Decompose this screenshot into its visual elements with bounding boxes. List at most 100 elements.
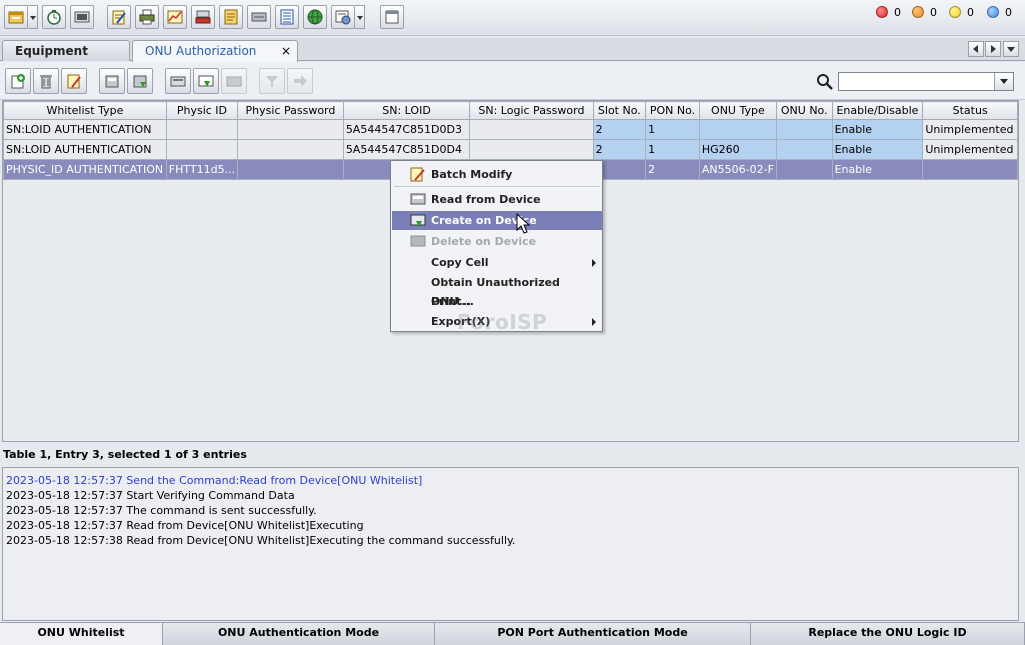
table-cell[interactable]: Unimplemented <box>922 139 1018 160</box>
table-cell[interactable]: SN:LOID AUTHENTICATION <box>3 119 167 140</box>
tab-replace-onu-logic-id[interactable]: Replace the ONU Logic ID <box>751 623 1025 645</box>
table-cell[interactable]: 1 <box>645 119 700 140</box>
critical-alarm-count: 0 <box>894 6 901 19</box>
delete-icon[interactable] <box>33 68 59 94</box>
table-cell[interactable] <box>775 119 833 140</box>
col-header-onu-type[interactable]: ONU Type <box>698 101 777 120</box>
table-cell[interactable]: Enable <box>831 159 924 180</box>
minor-alarm-count: 0 <box>967 6 974 19</box>
chart-icon[interactable] <box>163 5 187 29</box>
menu-item-delete-on-device[interactable]: Delete on Device <box>392 232 602 251</box>
edit-icon[interactable] <box>107 5 131 29</box>
tab-scroll-right-icon[interactable] <box>985 41 1001 57</box>
view-tabbar: Equipment View ONU Authorization View × <box>0 38 1025 78</box>
log-line: 2023-05-18 12:57:37 Start Verifying Comm… <box>6 489 295 502</box>
table-cell[interactable] <box>698 119 777 140</box>
read-device-icon[interactable] <box>99 68 125 94</box>
table-cell[interactable]: Unimplemented <box>922 119 1018 140</box>
col-header-pon-no[interactable]: PON No. <box>645 101 700 120</box>
menu-item-read-from-device[interactable]: Read from Device <box>392 190 602 209</box>
table-cell[interactable] <box>775 159 833 180</box>
table-cell[interactable] <box>469 119 594 140</box>
network-icon[interactable] <box>191 5 215 29</box>
log-line: 2023-05-18 12:57:38 Read from Device[ONU… <box>6 534 516 547</box>
delete-device-icon[interactable] <box>221 68 247 94</box>
print-icon[interactable] <box>135 5 159 29</box>
modify-icon[interactable] <box>61 68 87 94</box>
watermark: ForoISP <box>457 310 548 334</box>
report-icon[interactable] <box>219 5 243 29</box>
menu-item-label: Copy Cell <box>431 256 489 269</box>
menu-item-label: Batch Modify <box>431 168 513 181</box>
filter-icon[interactable] <box>259 68 285 94</box>
tab-onu-whitelist[interactable]: ONU Whitelist <box>0 623 163 645</box>
table-cell[interactable]: FHTT11d5... <box>165 159 239 180</box>
table-row[interactable]: SN:LOID AUTHENTICATION 5A544547C851D0D3 … <box>3 119 1018 140</box>
table-cell[interactable]: 2 <box>592 119 647 140</box>
write-device-icon[interactable] <box>127 68 153 94</box>
col-header-physic-password[interactable]: Physic Password <box>237 101 344 120</box>
tab-onu-authentication-mode[interactable]: ONU Authentication Mode <box>163 623 435 645</box>
create-device-icon[interactable] <box>193 68 219 94</box>
col-header-slot-no[interactable]: Slot No. <box>592 101 647 120</box>
col-header-enable-disable[interactable]: Enable/Disable <box>831 101 924 120</box>
table-cell[interactable] <box>775 139 833 160</box>
table-cell[interactable]: Enable <box>831 139 924 160</box>
table-row[interactable]: SN:LOID AUTHENTICATION 5A544547C851D0D4 … <box>3 139 1018 160</box>
device-icon[interactable] <box>165 68 191 94</box>
table-cell[interactable] <box>237 139 344 160</box>
add-icon[interactable] <box>5 68 31 94</box>
table-cell[interactable]: SN:LOID AUTHENTICATION <box>3 139 167 160</box>
search-input[interactable] <box>838 72 1014 91</box>
tab-pon-port-authentication-mode[interactable]: PON Port Authentication Mode <box>435 623 751 645</box>
tab-onu-authorization-view[interactable]: ONU Authorization View × <box>132 40 298 78</box>
clock-icon[interactable] <box>42 5 66 29</box>
table-cell[interactable]: Enable <box>831 119 924 140</box>
table-cell[interactable] <box>237 159 344 180</box>
close-tab-icon[interactable]: × <box>281 41 291 61</box>
menu-item-batch-modify[interactable]: Batch Modify <box>392 165 602 184</box>
terminal-icon[interactable] <box>70 5 94 29</box>
table-cell[interactable] <box>922 159 1018 180</box>
minor-alarm-icon <box>949 6 961 18</box>
window-icon[interactable] <box>380 5 404 29</box>
tab-equipment-view[interactable]: Equipment View <box>2 40 130 78</box>
tab-scroll-left-icon[interactable] <box>968 41 984 57</box>
table-status-line: Table 1, Entry 3, selected 1 of 3 entrie… <box>3 448 247 461</box>
table-cell[interactable]: 5A544547C851D0D4 <box>342 139 471 160</box>
table-cell[interactable]: 2 <box>645 159 700 180</box>
table-cell[interactable]: 2 <box>592 139 647 160</box>
menu-item-print[interactable]: Print... <box>392 292 602 311</box>
table-cell[interactable]: 1 <box>645 139 700 160</box>
table-cell[interactable] <box>237 119 344 140</box>
system-menu-icon[interactable] <box>4 5 28 29</box>
table-cell[interactable] <box>469 139 594 160</box>
server-icon[interactable] <box>247 5 271 29</box>
table-cell[interactable]: AN5506-02-F <box>698 159 777 180</box>
forward-icon[interactable] <box>287 68 313 94</box>
col-header-whitelist-type[interactable]: Whitelist Type <box>3 101 167 120</box>
search-dropdown-icon[interactable] <box>994 73 1013 90</box>
submenu-arrow-icon <box>592 318 596 326</box>
table-cell[interactable] <box>165 139 239 160</box>
config-dropdown[interactable] <box>355 5 365 29</box>
table-cell[interactable]: PHYSIC_ID AUTHENTICATION <box>3 159 167 180</box>
warning-alarm-icon <box>987 6 999 18</box>
col-header-physic-id[interactable]: Physic ID <box>165 101 239 120</box>
config-icon[interactable] <box>331 5 355 29</box>
menu-item-create-on-device[interactable]: Create on Device <box>392 211 602 230</box>
list-icon[interactable] <box>275 5 299 29</box>
col-header-onu-no[interactable]: ONU No. <box>775 101 833 120</box>
menu-item-copy-cell[interactable]: Copy Cell <box>392 253 602 272</box>
system-menu-dropdown[interactable] <box>28 5 38 29</box>
col-header-sn-logic-password[interactable]: SN: Logic Password <box>469 101 594 120</box>
col-header-sn-loid[interactable]: SN: LOID <box>342 101 471 120</box>
table-cell[interactable]: HG260 <box>698 139 777 160</box>
menu-item-obtain-unauthorized-onu[interactable]: Obtain Unauthorized ONU... <box>392 273 602 308</box>
log-panel[interactable]: 2023-05-18 12:57:37 Send the Command:Rea… <box>2 467 1019 621</box>
tab-list-dropdown-icon[interactable] <box>1003 41 1019 57</box>
col-header-status[interactable]: Status <box>922 101 1018 120</box>
globe-icon[interactable] <box>303 5 327 29</box>
table-cell[interactable]: 5A544547C851D0D3 <box>342 119 471 140</box>
table-cell[interactable] <box>165 119 239 140</box>
